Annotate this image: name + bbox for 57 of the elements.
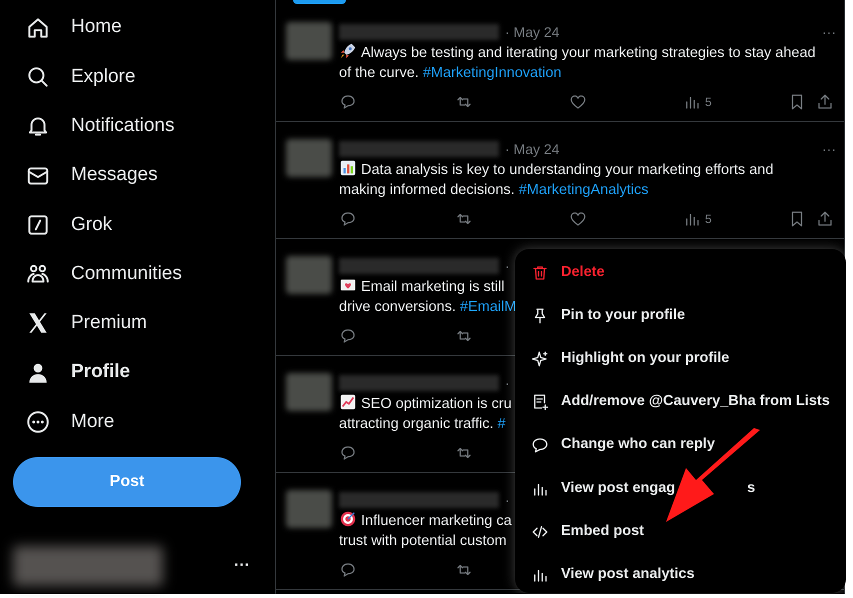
post-text-line: SEO optimization is cru (339, 393, 512, 414)
speech-bubble-icon (531, 436, 549, 454)
nav-item[interactable]: Grok (13, 200, 275, 250)
post-date: · (505, 256, 510, 276)
menu-item[interactable]: Highlight on your profile (515, 337, 846, 381)
nav-item[interactable]: Profile (13, 348, 275, 398)
menu-item[interactable]: Pin to your profile (515, 294, 846, 338)
reply-icon[interactable] (339, 210, 357, 228)
more-button[interactable]: ··· (822, 25, 836, 39)
post-text-line: trust with potential custom (339, 532, 507, 551)
view-count: 5 (705, 211, 712, 228)
nav-item[interactable]: Explore (13, 52, 275, 102)
post-text-line: Email marketing is still (339, 276, 504, 297)
target-icon (339, 510, 357, 528)
share-icon[interactable] (816, 210, 834, 228)
post-text-line: attracting organic traffic. # (339, 415, 506, 434)
post-text-line: making informed decisions. #MarketingAnalytics (339, 181, 648, 200)
nav-item[interactable]: Premium (13, 298, 275, 348)
post-text-line: drive conversions. #EmailM (339, 298, 516, 317)
more-icon (25, 409, 51, 436)
nav-item[interactable]: Communities (13, 249, 275, 299)
reply-icon[interactable] (339, 444, 357, 462)
post-text-line: Data analysis is key to understanding your marketing efforts and (339, 159, 774, 180)
trash-icon (531, 264, 549, 282)
view-count: 5 (705, 94, 712, 111)
menu-item[interactable]: Change who can reply (515, 424, 846, 467)
reply-icon[interactable] (339, 561, 357, 579)
account-more-button[interactable]: ··· (234, 554, 250, 578)
tab-indicator (293, 0, 346, 4)
bar-chart-icon (339, 159, 357, 177)
nav-item[interactable]: More (13, 397, 275, 447)
post-text-line: Always be testing and iterating your marketing strategies to stay ahead (339, 42, 816, 63)
nav-item[interactable]: Messages (13, 150, 275, 200)
menu-item[interactable]: Embed post (515, 510, 846, 554)
nav-item[interactable]: Home (13, 3, 275, 52)
sparkle-icon (531, 350, 549, 368)
more-button[interactable]: ··· (822, 142, 836, 156)
list-add-icon (531, 393, 549, 412)
trend-chart-icon (339, 393, 357, 411)
nav-item[interactable]: Notifications (13, 102, 275, 151)
post-text-line: of the curve. #MarketingInnovation (339, 64, 562, 83)
menu-item[interactable]: View post analytics (515, 553, 846, 596)
menu-item[interactable]: Delete (515, 251, 846, 294)
reply-icon[interactable] (339, 327, 357, 345)
post-date: · May 24 (505, 22, 560, 42)
menu-item[interactable]: Add/remove @Cauvery_Bha from Lists (515, 380, 846, 424)
menu-item-text: s (747, 478, 756, 498)
post-date: · (505, 374, 510, 392)
reply-icon[interactable] (339, 93, 357, 111)
heart-icon[interactable] (569, 210, 587, 228)
rocket-icon (339, 42, 357, 60)
menu-item[interactable]: View post engag s (515, 466, 846, 510)
post-text-line: Influencer marketing ca (339, 510, 512, 531)
post-date: · (505, 490, 510, 510)
post-date: · May 24 (505, 140, 560, 159)
heart-icon[interactable] (569, 93, 587, 111)
share-icon[interactable] (816, 93, 834, 111)
